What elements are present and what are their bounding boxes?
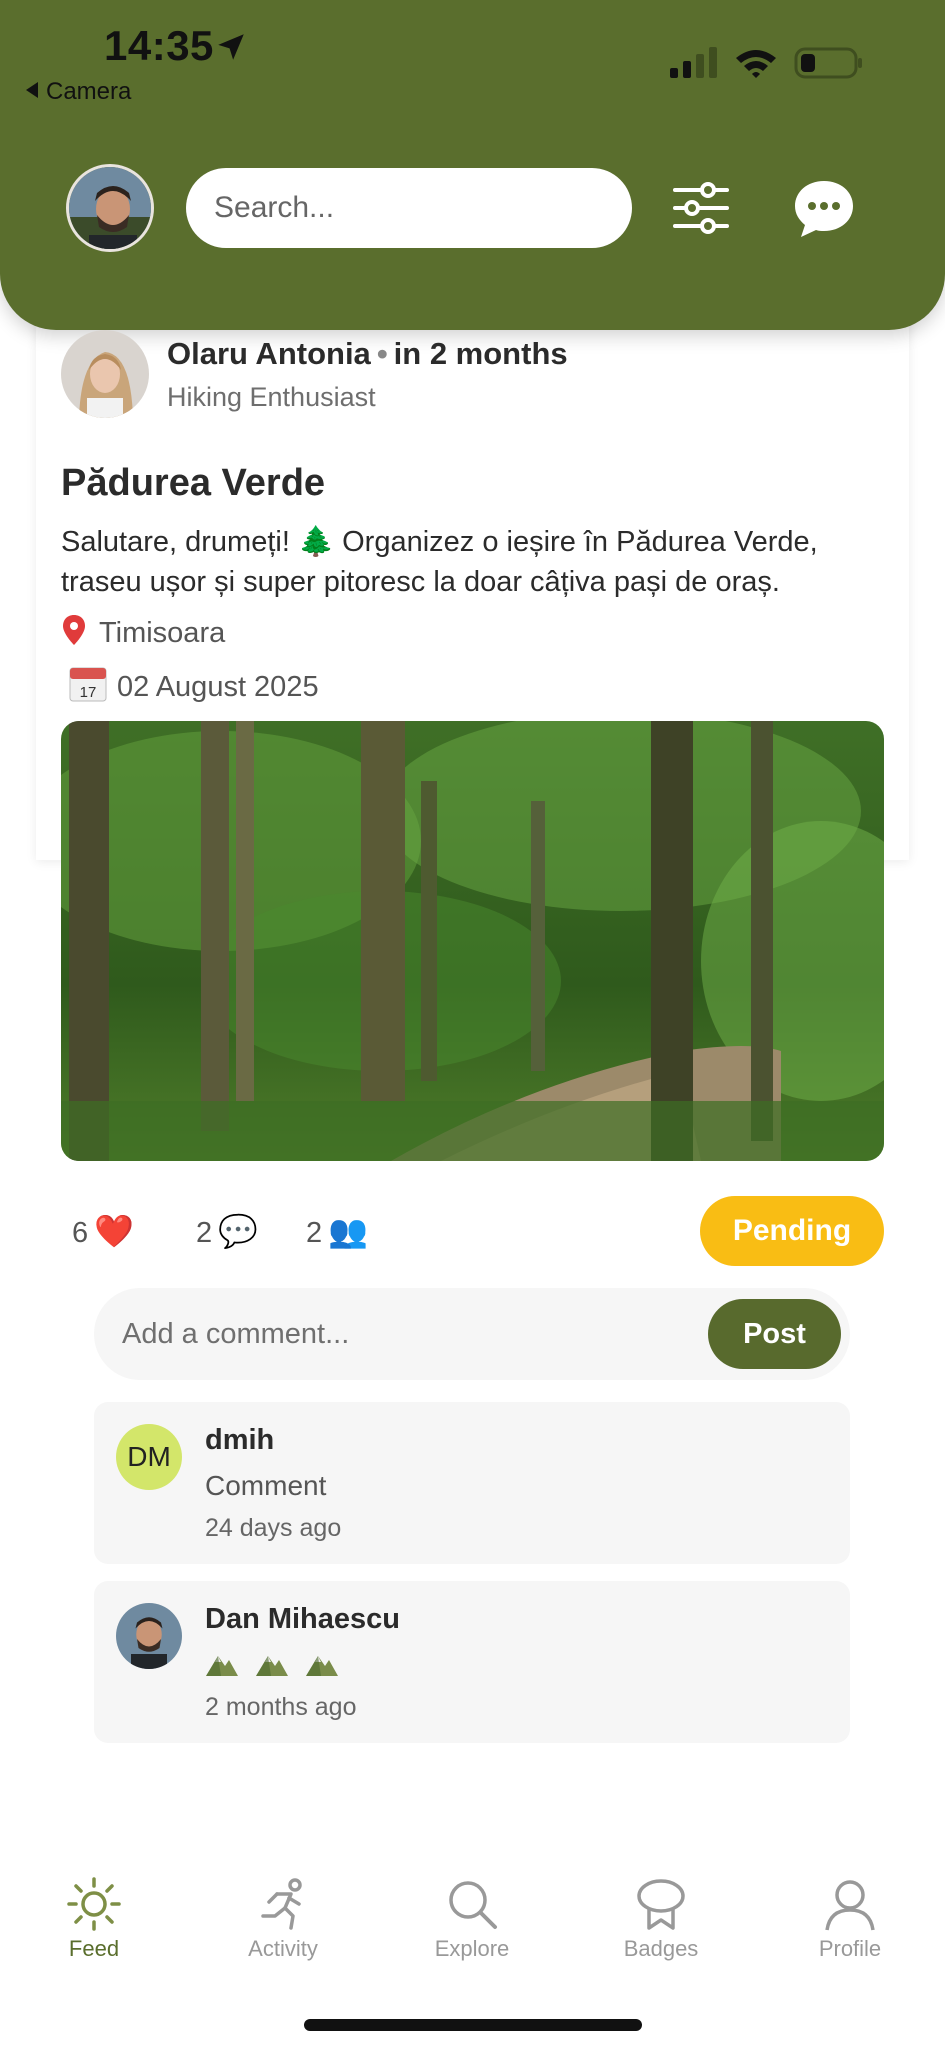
nav-item-activity[interactable]: Activity [213, 1876, 353, 1962]
user-avatar[interactable] [66, 164, 154, 252]
user-avatar-image [69, 167, 151, 249]
comment-mountain-emojis [205, 1651, 339, 1677]
post-image-forest[interactable] [61, 721, 884, 1161]
running-person-icon [261, 1878, 302, 1930]
comment-form: Post [94, 1288, 850, 1380]
post-relative-time: in 2 months [393, 336, 568, 371]
post-author-role: Hiking Enthusiast [167, 382, 376, 412]
comment-item: DM dmih Comment 24 days ago [94, 1402, 850, 1564]
comment-time: 2 months ago [205, 1693, 357, 1721]
app-header: 14:35 Camera [0, 0, 945, 330]
cellular-signal-icon [670, 47, 717, 78]
chat-bubble-icon[interactable] [792, 178, 856, 240]
participants-count: 2 [306, 1217, 323, 1249]
commenter-initials-avatar[interactable]: DM [116, 1424, 182, 1490]
participants-stat[interactable]: 2 👥 [306, 1212, 368, 1250]
post-author-name[interactable]: Olaru Antonia [167, 336, 371, 371]
comment-item: Dan Mihaescu 2 months ago [94, 1581, 850, 1743]
participants-icon: 👥 [328, 1213, 368, 1249]
search-icon [449, 1881, 497, 1929]
nav-label-explore: Explore [434, 1936, 510, 1961]
post-location-text: Timisoara [99, 617, 226, 649]
battery-icon [794, 47, 862, 79]
commenter-name[interactable]: Dan Mihaescu [205, 1603, 400, 1636]
author-avatar-image [61, 330, 149, 418]
commenter-avatar[interactable] [116, 1603, 182, 1669]
svg-text:17: 17 [80, 684, 97, 701]
post-comment-button[interactable]: Post [708, 1299, 841, 1369]
post-date-text: 02 August 2025 [117, 671, 319, 703]
likes-count: 6 [72, 1217, 89, 1249]
post-author-line: Olaru Antonia • in 2 months [167, 336, 568, 372]
forest-image [61, 721, 884, 1161]
nav-item-profile[interactable]: Profile [780, 1876, 920, 1962]
nav-label-activity: Activity [248, 1936, 318, 1961]
nav-item-feed[interactable]: Feed [24, 1876, 164, 1962]
mountain-icon [306, 1656, 338, 1676]
comment-text: Comment [205, 1470, 327, 1501]
commenter-avatar-image [116, 1603, 182, 1669]
separator-dot: • [376, 336, 388, 371]
sun-icon [67, 1877, 121, 1931]
back-label: Camera [46, 78, 132, 105]
nav-label-feed: Feed [68, 1936, 120, 1961]
mountain-icon [256, 1656, 288, 1676]
comments-stat[interactable]: 2 💬 [196, 1212, 258, 1250]
nav-label-profile: Profile [818, 1936, 882, 1961]
back-triangle-icon [26, 82, 38, 98]
pending-status-button[interactable]: Pending [700, 1196, 884, 1266]
speech-bubble-icon: 💬 [218, 1213, 258, 1249]
post-title: Pădurea Verde [61, 462, 326, 504]
comments-count: 2 [196, 1217, 213, 1249]
nav-item-badges[interactable]: Badges [591, 1876, 731, 1962]
post-date: 17 02 August 2025 [69, 666, 319, 704]
nav-label-badges: Badges [623, 1936, 699, 1961]
status-time: 14:35 [104, 22, 214, 69]
wifi-icon [736, 50, 776, 78]
commenter-name[interactable]: dmih [205, 1424, 274, 1457]
filter-sliders-icon[interactable] [672, 180, 730, 236]
nav-item-explore[interactable]: Explore [402, 1876, 542, 1962]
calendar-icon: 17 [69, 667, 107, 702]
back-to-camera-link[interactable]: Camera [26, 78, 131, 106]
search-input[interactable] [186, 168, 632, 248]
person-icon [825, 1880, 875, 1931]
comment-time: 24 days ago [205, 1514, 342, 1542]
heart-icon: ❤️ [94, 1213, 134, 1249]
location-arrow-icon [218, 34, 244, 60]
home-indicator[interactable] [304, 2019, 642, 2031]
map-pin-icon [63, 615, 85, 645]
mountain-icon [206, 1656, 238, 1676]
likes-stat[interactable]: 6 ❤️ [72, 1212, 134, 1250]
comment-input[interactable] [122, 1302, 642, 1366]
badge-icon [637, 1879, 685, 1930]
author-avatar[interactable] [61, 330, 149, 418]
post-body: Salutare, drumeți! 🌲 Organizez o ieșire … [61, 526, 818, 598]
post-location: Timisoara [61, 614, 225, 650]
